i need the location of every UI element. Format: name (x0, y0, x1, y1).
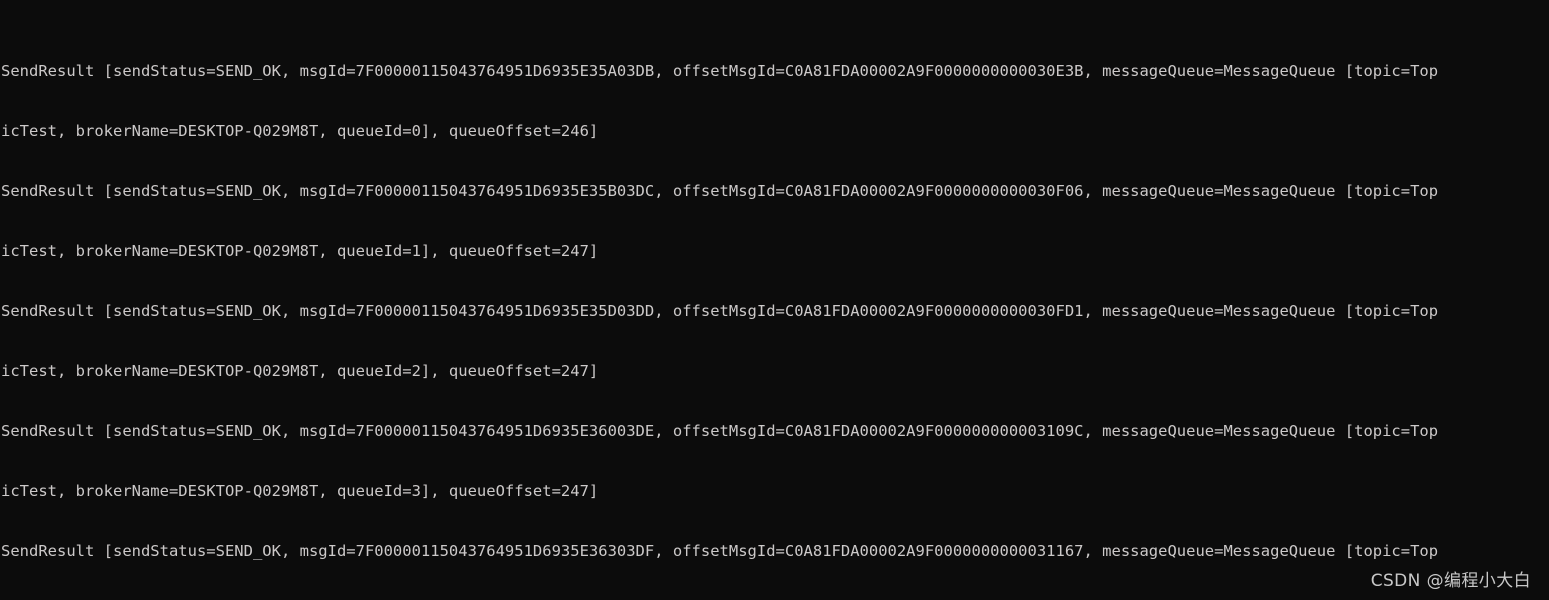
terminal-screen: SendResult [sendStatus=SEND_OK, msgId=7F… (0, 0, 1438, 600)
log-line: SendResult [sendStatus=SEND_OK, msgId=7F… (1, 62, 1439, 80)
log-line: SendResult [sendStatus=SEND_OK, msgId=7F… (1, 542, 1439, 560)
watermark-label: CSDN @编程小大白 (1370, 571, 1531, 591)
log-line: icTest, brokerName=DESKTOP-Q029M8T, queu… (1, 482, 599, 500)
log-line: icTest, brokerName=DESKTOP-Q029M8T, queu… (1, 122, 599, 140)
log-line: SendResult [sendStatus=SEND_OK, msgId=7F… (1, 422, 1439, 440)
log-line: SendResult [sendStatus=SEND_OK, msgId=7F… (1, 182, 1439, 200)
log-line: icTest, brokerName=DESKTOP-Q029M8T, queu… (1, 362, 599, 380)
log-line: icTest, brokerName=DESKTOP-Q029M8T, queu… (1, 242, 599, 260)
terminal-window[interactable]: SendResult [sendStatus=SEND_OK, msgId=7F… (0, 0, 1549, 600)
log-line: SendResult [sendStatus=SEND_OK, msgId=7F… (1, 302, 1439, 320)
